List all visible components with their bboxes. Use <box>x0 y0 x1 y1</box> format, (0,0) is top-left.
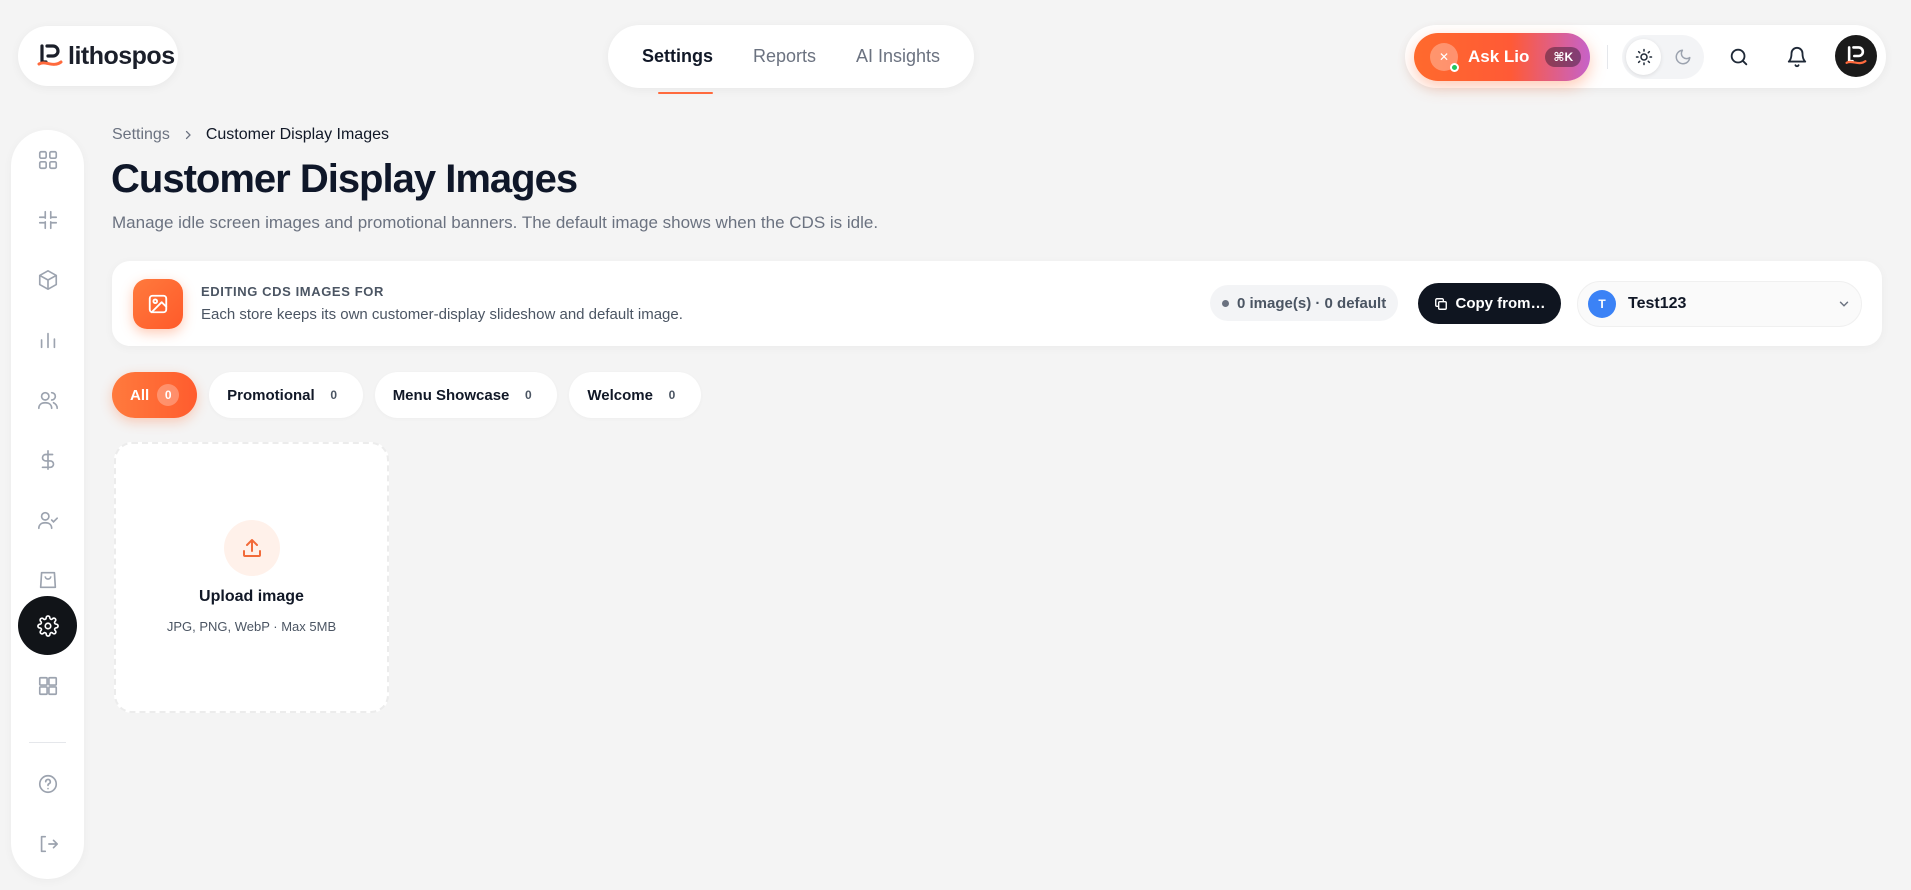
image-badge <box>133 279 183 329</box>
light-mode-option[interactable] <box>1626 39 1661 75</box>
sidebar-item-staff[interactable] <box>18 490 77 549</box>
upload-icon <box>243 539 261 557</box>
sidebar-item-settings[interactable] <box>18 596 77 655</box>
copy-from-button[interactable]: Copy from… <box>1418 283 1561 324</box>
upload-title: Upload image <box>199 588 304 605</box>
filter-chip-label: Promotional <box>227 386 315 404</box>
avatar-logo-icon <box>1845 46 1867 65</box>
sidebar-item-logout[interactable] <box>18 814 77 873</box>
logout-icon <box>40 835 58 852</box>
copy-icon <box>1434 297 1447 310</box>
online-status-dot <box>1450 63 1459 72</box>
filter-chip-welcome[interactable]: Welcome 0 <box>569 372 701 418</box>
filter-chip-label: All <box>130 386 150 404</box>
breadcrumb-settings-link[interactable]: Settings <box>112 126 170 144</box>
user-avatar[interactable] <box>1835 35 1877 77</box>
ask-lio-shortcut: ⌘K <box>1545 47 1582 67</box>
breadcrumb-current: Customer Display Images <box>205 126 389 143</box>
cube-icon <box>38 269 57 290</box>
filter-chip-count: 0 <box>525 388 532 402</box>
breadcrumb: Settings Customer Display Images <box>112 125 389 145</box>
category-filters: All 0 Promotional 0 Menu Showcase 0 Welc… <box>112 372 701 418</box>
filter-chip-count: 0 <box>668 388 676 402</box>
notifications-button[interactable] <box>1781 41 1813 73</box>
hashtag-icon <box>38 210 57 229</box>
bell-icon <box>1787 47 1807 68</box>
sidebar <box>11 130 84 879</box>
brand-name: lithospos <box>68 41 175 70</box>
chevron-down-icon <box>1839 301 1849 307</box>
dashboard-grid-icon <box>38 150 57 169</box>
shopping-bag-icon <box>39 571 56 588</box>
help-circle-icon <box>38 774 57 793</box>
sidebar-item-help[interactable] <box>18 754 77 813</box>
filter-chip-count: 0 <box>157 384 180 406</box>
filter-chip-count: 0 <box>330 388 338 402</box>
gear-icon <box>36 614 59 637</box>
store-name: Test123 <box>1628 295 1687 312</box>
bar-chart-icon <box>40 332 55 348</box>
top-nav: Settings Reports AI Insights <box>608 25 974 94</box>
dollar-icon <box>41 449 54 470</box>
search-button[interactable] <box>1723 41 1755 73</box>
user-check-icon <box>37 511 58 529</box>
page-subtitle: Manage idle screen images and promotiona… <box>112 213 879 232</box>
sidebar-item-products[interactable] <box>18 250 77 309</box>
sidebar-item-apps[interactable] <box>18 656 77 715</box>
tab-settings[interactable]: Settings <box>622 25 733 94</box>
search-icon <box>1730 48 1748 66</box>
brand-logo-icon <box>37 44 63 66</box>
upload-icon-badge <box>224 520 280 576</box>
theme-toggle[interactable] <box>1622 35 1704 79</box>
filter-chip-label: Welcome <box>587 386 653 404</box>
upload-hint: JPG, PNG, WebP · Max 5MB <box>166 619 337 634</box>
upload-image-dropzone[interactable]: Upload image JPG, PNG, WebP · Max 5MB <box>114 442 389 713</box>
store-context-card: EDITING CDS IMAGES FOR Each store keeps … <box>112 261 1882 346</box>
filter-chip-menu-showcase[interactable]: Menu Showcase 0 <box>374 372 558 418</box>
apps-grid-icon <box>38 676 57 695</box>
page-title: Customer Display Images <box>111 157 578 201</box>
store-card-description: Each store keeps its own customer-displa… <box>201 306 683 323</box>
store-selector[interactable]: T Test123 <box>1577 281 1862 327</box>
sidebar-item-customers[interactable] <box>18 370 77 429</box>
sun-icon <box>1635 48 1652 66</box>
count-dot <box>1222 299 1229 307</box>
image-count-badge: 0 image(s) · 0 default <box>1210 285 1399 321</box>
sidebar-divider <box>29 742 66 743</box>
moon-icon <box>1675 49 1690 65</box>
tab-ai-insights[interactable]: AI Insights <box>836 25 960 88</box>
chevron-right-icon <box>185 130 191 140</box>
store-initial: T <box>1588 290 1616 318</box>
filter-chip-promotional[interactable]: Promotional 0 <box>209 372 363 418</box>
filter-chip-label: Menu Showcase <box>392 386 510 404</box>
image-icon <box>148 294 168 314</box>
image-count-text: 0 image(s) · 0 default <box>1237 294 1387 312</box>
users-icon <box>37 391 58 409</box>
filter-chip-all[interactable]: All 0 <box>112 372 198 418</box>
sidebar-item-analytics[interactable] <box>18 310 77 369</box>
sidebar-item-dashboard[interactable] <box>18 130 77 189</box>
brand-logo[interactable]: lithospos <box>18 26 178 86</box>
header-divider <box>1607 45 1608 69</box>
tab-reports[interactable]: Reports <box>733 25 836 88</box>
sidebar-item-finance[interactable] <box>18 430 77 489</box>
dark-mode-option[interactable] <box>1665 39 1700 75</box>
ask-lio-button[interactable]: ✕ Ask Lio ⌘K <box>1414 33 1590 81</box>
copy-from-label: Copy from… <box>1455 295 1546 312</box>
store-card-kicker: EDITING CDS IMAGES FOR <box>201 284 384 299</box>
ask-lio-avatar-glyph: ✕ <box>1438 50 1450 64</box>
ask-lio-label: Ask Lio <box>1468 47 1530 66</box>
sidebar-item-tables[interactable] <box>18 190 77 249</box>
ask-lio-avatar: ✕ <box>1430 43 1459 72</box>
